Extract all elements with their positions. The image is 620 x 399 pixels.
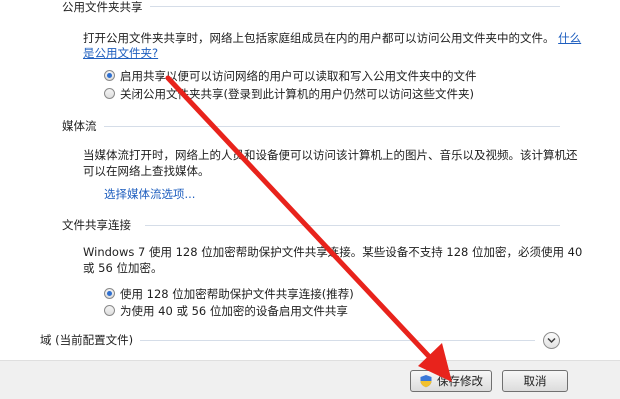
- red-arrow-annotation: [165, 75, 452, 382]
